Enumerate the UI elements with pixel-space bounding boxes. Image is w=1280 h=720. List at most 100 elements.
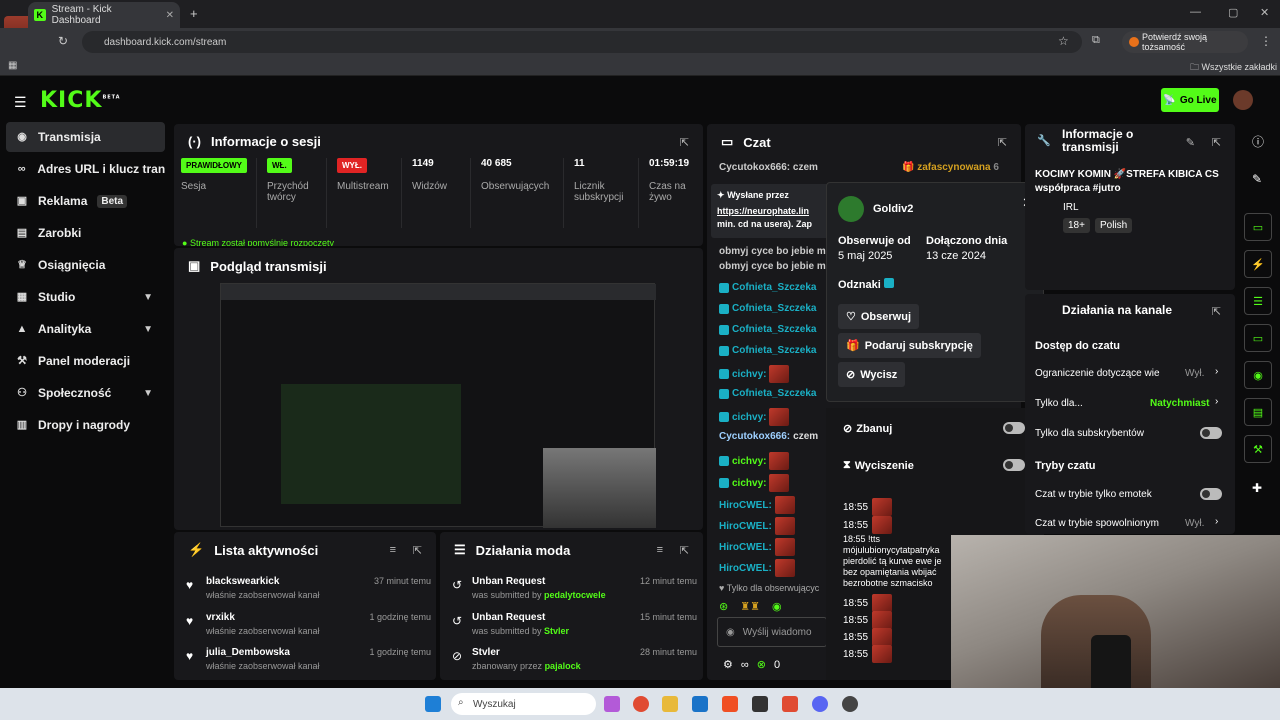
sidebar-item-zarobki[interactable]: ▤ Zarobki	[6, 218, 165, 248]
layout-icon[interactable]: ▤	[1244, 398, 1272, 426]
user-card-name[interactable]: Goldiv2	[873, 203, 913, 215]
mute-button[interactable]: ⊘ Wycisz	[838, 362, 906, 387]
mod-action-name[interactable]: Stvler	[472, 647, 500, 658]
popout-icon[interactable]: ⇱	[1212, 136, 1221, 149]
chat-user[interactable]: cichvy:	[732, 456, 766, 467]
filter-icon[interactable]: ≡	[390, 544, 396, 556]
panel-toggle-icon[interactable]: ▭	[1244, 213, 1272, 241]
app-icon[interactable]	[752, 696, 768, 712]
sidebar-item-analityka[interactable]: ▲ Analityka ▼	[6, 314, 165, 344]
chat-user[interactable]: Cofnieta_Szczeka	[732, 388, 816, 399]
filter-icon[interactable]: ≡	[657, 544, 663, 556]
mod-action-name[interactable]: Unban Request	[472, 612, 545, 623]
emote-only-toggle[interactable]	[1200, 488, 1222, 500]
chat-user[interactable]: HiroCWEL:	[719, 542, 772, 553]
popout-icon[interactable]: ⇱	[413, 544, 422, 557]
copilot-icon[interactable]	[604, 696, 620, 712]
points-icon[interactable]: ⊗	[757, 658, 766, 671]
chat-user[interactable]: HiroCWEL:	[719, 563, 772, 574]
ban-toggle[interactable]	[1003, 422, 1025, 434]
chat-user[interactable]: Cycutokox666:	[719, 431, 790, 442]
edit-icon[interactable]: ✎	[1186, 136, 1195, 149]
broadcast-icon[interactable]: ◉	[1244, 361, 1272, 389]
sidebar-item-studio[interactable]: ▦ Studio ▼	[6, 282, 165, 312]
file-explorer-icon[interactable]	[662, 696, 678, 712]
activity-user[interactable]: blackswearkick	[206, 576, 279, 587]
sidebar-item-reklama[interactable]: ▣ Reklama Beta	[6, 186, 165, 216]
sidebar-item-transmisja[interactable]: ◉ Transmisja	[6, 122, 165, 152]
age-restriction-value[interactable]: Wył.	[1185, 368, 1204, 379]
chat-user[interactable]: cichvy:	[732, 412, 766, 423]
close-tab-icon[interactable]: ✕	[166, 10, 174, 21]
chevron-right-icon[interactable]: ›	[1215, 366, 1218, 377]
menu-icon[interactable]: ⋮	[1260, 34, 1272, 48]
subs-only-toggle[interactable]	[1200, 427, 1222, 439]
chat-user[interactable]: Cofnieta_Szczeka	[732, 324, 816, 335]
windows-start-icon[interactable]	[425, 696, 441, 712]
chat-icon[interactable]: ▭	[1244, 324, 1272, 352]
chevron-right-icon[interactable]: ›	[1215, 516, 1218, 527]
sidebar-item-spolecznosc[interactable]: ⚇ Społeczność ▼	[6, 378, 165, 408]
slow-mode-value[interactable]: Wył.	[1185, 518, 1204, 529]
verify-identity-button[interactable]: Potwierdź swoją tożsamość	[1122, 31, 1248, 53]
wrench-icon[interactable]: ⚒	[1244, 435, 1272, 463]
settings-icon[interactable]: ⚙	[723, 658, 733, 671]
chat-user[interactable]: cichvy:	[732, 369, 766, 380]
store-icon[interactable]	[692, 696, 708, 712]
add-widget-icon[interactable]: ✚	[1252, 481, 1262, 495]
brave-icon[interactable]	[722, 696, 738, 712]
obs-icon[interactable]	[842, 696, 858, 712]
lightning-icon[interactable]: ⚡	[1244, 250, 1272, 278]
edit-icon[interactable]: ✎	[1252, 172, 1262, 186]
sidebar-item-osiagniecia[interactable]: ♕ Osiągnięcia	[6, 250, 165, 280]
close-window-icon[interactable]: ✕	[1260, 6, 1269, 19]
top-user[interactable]: zafascynowana	[917, 162, 990, 173]
new-tab-icon[interactable]: +	[190, 6, 198, 21]
sidebar-item-dropy[interactable]: ▥ Dropy i nagrody	[6, 410, 165, 440]
chat-user[interactable]: HiroCWEL:	[719, 521, 772, 532]
go-live-button[interactable]: 📡 Go Live	[1161, 88, 1219, 112]
user-avatar[interactable]	[1233, 90, 1253, 110]
mod-action-by[interactable]: pedalytocwele	[544, 590, 606, 600]
chevron-right-icon[interactable]: ›	[1215, 396, 1218, 407]
chat-user[interactable]: cichvy:	[732, 478, 766, 489]
bookmark-star-icon[interactable]: ☆	[1058, 34, 1069, 48]
chat-user[interactable]: Cofnieta_Szczeka	[732, 303, 816, 314]
chrome-icon[interactable]	[633, 696, 649, 712]
pinned-link[interactable]: https://neurophate.lin	[717, 206, 825, 216]
emote-icon[interactable]: ⊛	[719, 600, 728, 614]
emoji-icon[interactable]: ◉	[726, 627, 735, 638]
follow-button[interactable]: ♡ Obserwuj	[838, 304, 919, 329]
followers-only-value[interactable]: Natychmiast	[1150, 398, 1209, 409]
popout-icon[interactable]: ⇱	[1212, 305, 1221, 318]
activity-user[interactable]: vrxikk	[206, 612, 235, 623]
mod-action-name[interactable]: Unban Request	[472, 576, 545, 587]
mod-action-by[interactable]: pajalock	[545, 661, 581, 671]
emote-icon[interactable]: ◉	[772, 600, 782, 614]
all-bookmarks[interactable]: 🗀 Wszystkie zakładki	[1190, 60, 1277, 76]
list-icon[interactable]: ☰	[1244, 287, 1272, 315]
activity-user[interactable]: julia_Dembowska	[206, 647, 290, 658]
popout-icon[interactable]: ⇱	[998, 136, 1007, 149]
discord-icon[interactable]	[812, 696, 828, 712]
chat-user[interactable]: HiroCWEL:	[719, 500, 772, 511]
apps-icon[interactable]: ▦	[8, 60, 17, 71]
timeout-toggle[interactable]	[1003, 459, 1025, 471]
sidebar-item-stream-url[interactable]: ∞ Adres URL i klucz transmis	[6, 154, 165, 184]
brave-beta-icon[interactable]	[782, 696, 798, 712]
mod-action-by[interactable]: Stvler	[544, 626, 569, 636]
minimize-icon[interactable]: —	[1190, 6, 1201, 18]
taskbar-search[interactable]: ⌕ Wyszukaj	[451, 693, 596, 715]
popout-icon[interactable]: ⇱	[680, 136, 689, 149]
link-icon[interactable]: ∞	[741, 659, 749, 671]
stream-preview-video[interactable]	[220, 283, 656, 528]
popout-icon[interactable]: ⇱	[680, 544, 689, 557]
url-field[interactable]: dashboard.kick.com/stream	[82, 31, 1082, 53]
info-icon[interactable]: ⓘ	[1252, 133, 1264, 150]
gift-sub-button[interactable]: 🎁 Podaruj subskrypcję	[838, 333, 981, 358]
browser-tab[interactable]: K Stream - Kick Dashboard ✕	[28, 2, 180, 28]
stream-category[interactable]: IRL	[1063, 202, 1079, 213]
chat-user[interactable]: Cofnieta_Szczeka	[732, 282, 816, 293]
reload-icon[interactable]: ↻	[58, 34, 68, 48]
maximize-icon[interactable]: ▢	[1228, 6, 1238, 19]
